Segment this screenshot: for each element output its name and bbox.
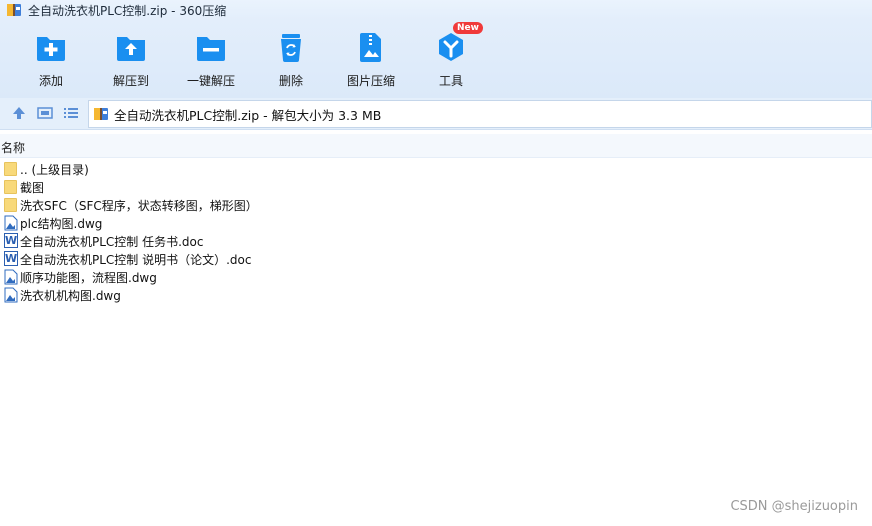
file-name: 全自动洗衣机PLC控制 任务书.doc [20,234,204,249]
zip-file-icon [93,106,109,122]
file-name: 截图 [20,180,45,195]
word-doc-icon: W [4,251,18,266]
word-doc-icon: W [4,233,18,248]
list-item[interactable]: 顺序功能图，流程图.dwg [0,268,872,286]
up-level-button[interactable] [10,104,28,122]
view-thumbnail-button[interactable] [36,104,54,122]
folder-icon [4,197,18,213]
extract-to-label: 解压到 [112,74,149,88]
folder-icon [4,179,18,195]
arrow-up-icon [13,107,25,119]
image-compress-button[interactable]: 图片压缩 [336,30,406,89]
delete-icon [274,30,308,64]
watermark: CSDN @shejizuopin [730,499,858,514]
list-item[interactable]: .. (上级目录) [0,160,872,178]
delete-button[interactable]: 删除 [256,30,326,89]
path-text: 全自动洗衣机PLC控制.zip - 解包大小为 3.3 MB [114,107,382,123]
window-title: 全自动洗衣机PLC控制.zip - 360压缩 [28,3,227,18]
dwg-file-icon [4,269,18,285]
file-name: .. (上级目录) [20,162,89,177]
file-name: 顺序功能图，流程图.dwg [20,270,157,285]
file-name: 全自动洗衣机PLC控制 说明书（论文）.doc [20,252,252,267]
one-click-extract-label: 一键解压 [186,74,235,88]
image-compress-label: 图片压缩 [346,74,395,88]
list-item[interactable]: 洗衣机机构图.dwg [0,286,872,304]
archive-app-icon [6,2,22,18]
column-name-label: 名称 [1,141,26,155]
add-label: 添加 [38,74,63,88]
folder-icon [4,161,18,177]
title-bar: 全自动洗衣机PLC控制.zip - 360压缩 [0,0,872,20]
dwg-file-icon [4,287,18,303]
new-badge: New [453,22,483,34]
dwg-file-icon [4,215,18,231]
tools-icon: New [434,22,483,64]
column-header[interactable]: 名称 [0,134,872,158]
delete-label: 删除 [278,74,303,88]
add-button[interactable]: 添加 [16,30,86,89]
path-field[interactable]: 全自动洗衣机PLC控制.zip - 解包大小为 3.3 MB [88,100,872,128]
main-toolbar: 添加 解压到 一键解压 删除 图片压缩 New 工具 [0,20,872,98]
app-window: 全自动洗衣机PLC控制.zip - 360压缩 添加 解压到 一键解压 删除 图… [0,0,872,526]
file-list: .. (上级目录) 截图 洗衣SFC（SFC程序，状态转移图，梯形图） plc结… [0,160,872,304]
list-view-icon [64,108,78,118]
address-bar: 全自动洗衣机PLC控制.zip - 解包大小为 3.3 MB [0,98,872,130]
extract-to-icon [114,30,148,64]
file-name: 洗衣SFC（SFC程序，状态转移图，梯形图） [20,198,258,213]
view-list-button[interactable] [62,104,80,122]
add-icon [34,30,68,64]
list-item[interactable]: plc结构图.dwg [0,214,872,232]
tools-label: 工具 [438,74,463,88]
one-click-extract-icon [194,30,228,64]
file-name: plc结构图.dwg [20,216,103,231]
list-item[interactable]: W 全自动洗衣机PLC控制 任务书.doc [0,232,872,250]
file-name: 洗衣机机构图.dwg [20,288,121,303]
thumbnail-view-icon [37,107,53,119]
list-item[interactable]: W 全自动洗衣机PLC控制 说明书（论文）.doc [0,250,872,268]
list-item[interactable]: 洗衣SFC（SFC程序，状态转移图，梯形图） [0,196,872,214]
list-item[interactable]: 截图 [0,178,872,196]
extract-to-button[interactable]: 解压到 [96,30,166,89]
one-click-extract-button[interactable]: 一键解压 [176,30,246,89]
image-compress-icon [354,30,388,64]
tools-button[interactable]: New 工具 [416,22,486,89]
